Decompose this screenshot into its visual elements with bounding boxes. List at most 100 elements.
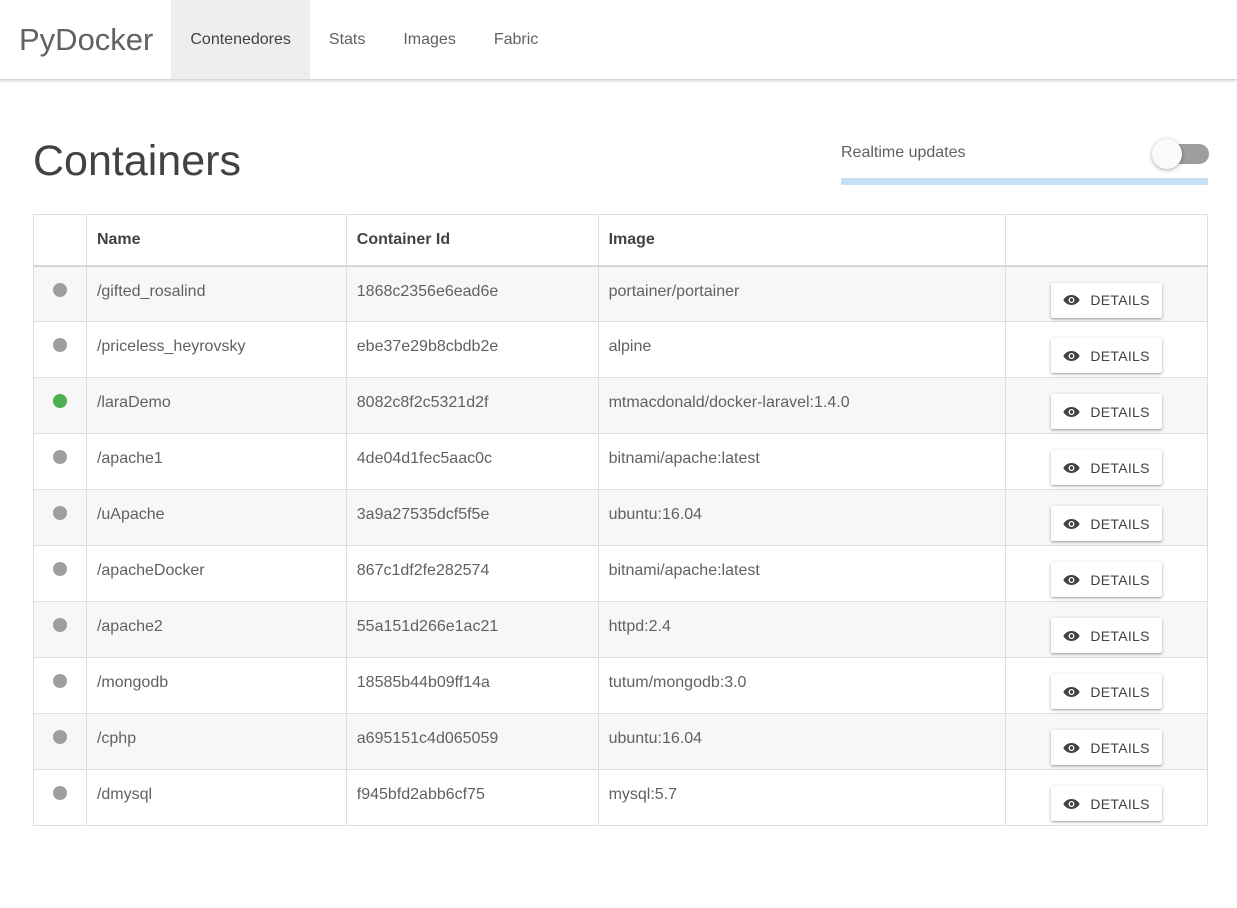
eye-icon: [1063, 742, 1080, 753]
status-indicator-icon: [52, 618, 67, 632]
status-cell: [33, 321, 87, 378]
status-cell: [33, 601, 87, 658]
table-row: /laraDemo 8082c8f2c5321d2f mtmacdonald/doc…: [33, 377, 1208, 434]
container-name: /dmysql: [85, 769, 347, 826]
nav-tab-contenedores[interactable]: Contenedores: [171, 0, 310, 79]
status-cell: [33, 377, 87, 434]
container-name: /apacheDocker: [85, 545, 347, 602]
details-button-label: DETAILS: [1090, 292, 1150, 308]
container-name: /apache1: [85, 433, 347, 490]
eye-icon: [1063, 518, 1080, 529]
table-row: /dmysql f945bfd2abb6cf75 mysql:5.7 DETAILS: [33, 769, 1208, 826]
status-cell: [33, 265, 87, 322]
container-id: 4de04d1fec5aac0c: [345, 433, 599, 490]
eye-icon: [1063, 798, 1080, 809]
action-cell: DETAILS: [1005, 657, 1208, 714]
container-image: portainer/portainer: [597, 265, 1007, 322]
status-indicator-icon: [52, 786, 67, 800]
details-button-label: DETAILS: [1090, 683, 1150, 700]
details-button-label: DETAILS: [1090, 739, 1150, 756]
details-button[interactable]: DETAILS: [1051, 282, 1163, 318]
action-cell: DETAILS: [1005, 545, 1208, 602]
status-indicator-icon: [52, 394, 67, 408]
container-id: ebe37e29b8cbdb2e: [345, 321, 599, 378]
realtime-updates-toggle[interactable]: [1151, 138, 1209, 169]
realtime-updates-label: Realtime updates: [841, 144, 966, 161]
details-button[interactable]: DETAILS: [1051, 618, 1163, 653]
action-cell: DETAILS: [1005, 377, 1208, 434]
container-image: ubuntu:16.04: [597, 713, 1007, 770]
column-header-image: Image: [597, 214, 1007, 267]
container-name: /cphp: [85, 713, 347, 770]
container-name: /laraDemo: [85, 377, 347, 434]
eye-icon: [1063, 295, 1080, 305]
details-button-label: DETAILS: [1090, 459, 1150, 476]
table-row: /mongodb 18585b44b09ff14a tutum/mongodb:3.…: [33, 657, 1208, 714]
details-button[interactable]: DETAILS: [1051, 674, 1163, 709]
details-button-label: DETAILS: [1090, 627, 1150, 644]
container-id: 55a151d266e1ac21: [345, 601, 599, 658]
containers-table: Name Container Id Image /gifted_rosalind…: [33, 214, 1208, 826]
container-id: a695151c4d065059: [345, 713, 599, 770]
details-button-label: DETAILS: [1090, 515, 1150, 532]
action-cell: DETAILS: [1005, 713, 1208, 770]
column-header-status: [33, 214, 87, 267]
details-button[interactable]: DETAILS: [1051, 730, 1163, 765]
container-name: /apache2: [85, 601, 347, 658]
action-cell: DETAILS: [1005, 769, 1208, 826]
details-button[interactable]: DETAILS: [1051, 506, 1163, 541]
table-row: /priceless_heyrovsky ebe37e29b8cbdb2e alpi…: [33, 321, 1208, 378]
toggle-thumb: [1152, 139, 1182, 169]
details-button-label: DETAILS: [1090, 403, 1150, 420]
details-button[interactable]: DETAILS: [1051, 786, 1163, 821]
container-image: ubuntu:16.04: [597, 489, 1007, 546]
table-row: /uApache 3a9a27535dcf5f5e ubuntu:16.04 DETA…: [33, 489, 1208, 546]
details-button-label: DETAILS: [1090, 571, 1150, 588]
status-cell: [33, 713, 87, 770]
realtime-updates-panel: Realtime updates: [841, 136, 1209, 185]
brand-logo[interactable]: PyDocker: [0, 0, 171, 80]
container-image: alpine: [597, 321, 1007, 378]
table-row: /apacheDocker 867c1df2fe282574 bitnami/apa…: [33, 545, 1208, 602]
eye-icon: [1063, 630, 1080, 641]
details-button[interactable]: DETAILS: [1051, 562, 1163, 597]
nav-tab-fabric[interactable]: Fabric: [475, 0, 557, 79]
status-cell: [33, 545, 87, 602]
details-button[interactable]: DETAILS: [1051, 338, 1163, 373]
table-row: /cphp a695151c4d065059 ubuntu:16.04 DETAILS: [33, 713, 1208, 770]
status-cell: [33, 657, 87, 714]
action-cell: DETAILS: [1005, 489, 1208, 546]
details-button[interactable]: DETAILS: [1051, 394, 1163, 429]
container-id: 867c1df2fe282574: [345, 545, 599, 602]
details-button-label: DETAILS: [1090, 795, 1150, 812]
container-id: 1868c2356e6ead6e: [345, 265, 599, 322]
eye-icon: [1063, 462, 1080, 473]
eye-icon: [1063, 574, 1080, 585]
container-id: 18585b44b09ff14a: [345, 657, 599, 714]
details-button[interactable]: DETAILS: [1051, 450, 1163, 485]
container-name: /mongodb: [85, 657, 347, 714]
table-row: /apache1 4de04d1fec5aac0c bitnami/apache:l…: [33, 433, 1208, 490]
status-indicator-icon: [52, 282, 67, 297]
container-image: mtmacdonald/docker-laravel:1.4.0: [597, 377, 1007, 434]
action-cell: DETAILS: [1005, 321, 1208, 378]
status-indicator-icon: [52, 674, 67, 688]
details-button-label: DETAILS: [1090, 347, 1150, 364]
status-cell: [33, 769, 87, 826]
nav-tab-stats[interactable]: Stats: [310, 0, 384, 79]
realtime-progress-bar: [841, 178, 1208, 185]
action-cell: DETAILS: [1005, 601, 1208, 658]
nav-tab-images[interactable]: Images: [384, 0, 474, 79]
container-image: tutum/mongodb:3.0: [597, 657, 1007, 714]
status-cell: [33, 433, 87, 490]
table-row: /gifted_rosalind 1868c2356e6ead6e portaine…: [33, 265, 1208, 322]
table-row: /apache2 55a151d266e1ac21 httpd:2.4 DETAILS: [33, 601, 1208, 658]
eye-icon: [1063, 350, 1080, 361]
container-image: mysql:5.7: [597, 769, 1007, 826]
container-image: bitnami/apache:latest: [597, 545, 1007, 602]
container-name: /priceless_heyrovsky: [85, 321, 347, 378]
page-title: Containers: [33, 137, 241, 185]
status-indicator-icon: [52, 450, 67, 464]
container-id: 3a9a27535dcf5f5e: [345, 489, 599, 546]
container-name: /uApache: [85, 489, 347, 546]
